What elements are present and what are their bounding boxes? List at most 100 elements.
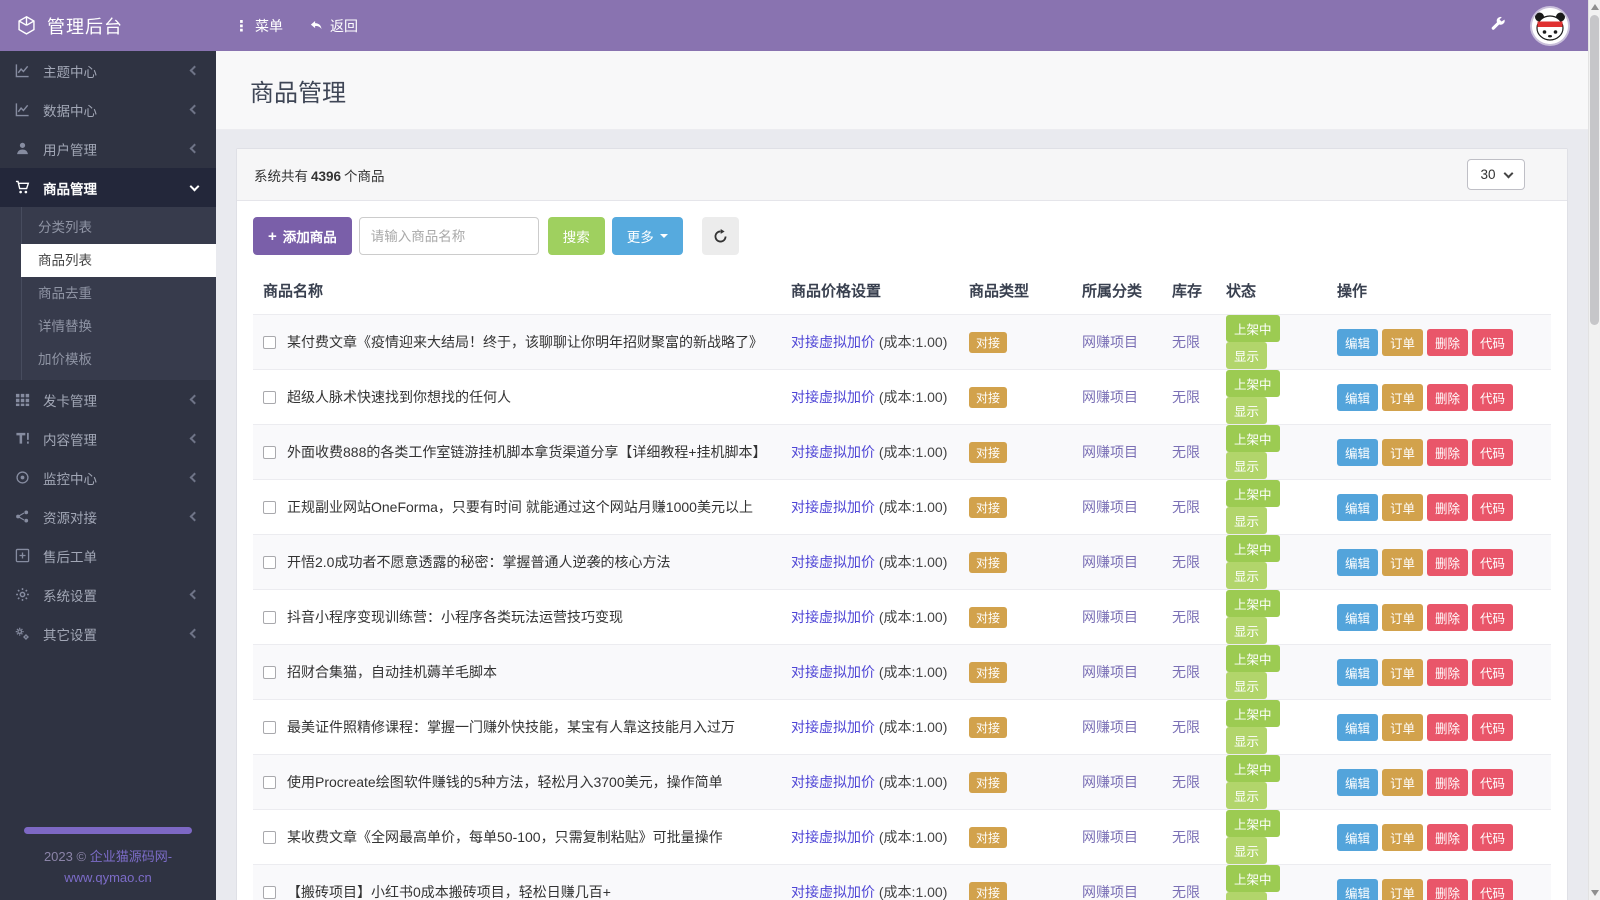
scrollbar-down-arrow[interactable]: [1589, 886, 1600, 900]
sidebar-item[interactable]: 其它设置: [0, 614, 216, 653]
sidebar-item[interactable]: 售后工单: [0, 536, 216, 575]
code-button[interactable]: 代码: [1472, 659, 1513, 686]
price-setting-link[interactable]: 对接虚拟加价: [791, 554, 875, 570]
edit-button[interactable]: 编辑: [1337, 549, 1378, 576]
sidebar-subitem[interactable]: 详情替换: [0, 310, 216, 343]
back-button[interactable]: 返回: [309, 16, 358, 36]
delete-button[interactable]: 删除: [1427, 439, 1468, 466]
code-button[interactable]: 代码: [1472, 329, 1513, 356]
code-button[interactable]: 代码: [1472, 604, 1513, 631]
sidebar-item[interactable]: 商品管理: [0, 168, 216, 207]
row-checkbox[interactable]: [263, 336, 276, 349]
category-link[interactable]: 网赚项目: [1082, 884, 1138, 900]
edit-button[interactable]: 编辑: [1337, 329, 1378, 356]
scrollbar-thumb[interactable]: [1590, 15, 1599, 325]
row-checkbox[interactable]: [263, 611, 276, 624]
price-setting-link[interactable]: 对接虚拟加价: [791, 664, 875, 680]
row-checkbox[interactable]: [263, 831, 276, 844]
status-on-sale-badge[interactable]: 上架中: [1226, 700, 1280, 727]
code-button[interactable]: 代码: [1472, 824, 1513, 851]
code-button[interactable]: 代码: [1472, 494, 1513, 521]
edit-button[interactable]: 编辑: [1337, 879, 1378, 900]
status-on-sale-badge[interactable]: 上架中: [1226, 810, 1280, 837]
sidebar-item[interactable]: 用户管理: [0, 129, 216, 168]
edit-button[interactable]: 编辑: [1337, 604, 1378, 631]
row-checkbox[interactable]: [263, 391, 276, 404]
delete-button[interactable]: 删除: [1427, 494, 1468, 521]
status-visible-badge[interactable]: 显示: [1226, 727, 1267, 754]
order-button[interactable]: 订单: [1382, 439, 1423, 466]
status-on-sale-badge[interactable]: 上架中: [1226, 590, 1280, 617]
order-button[interactable]: 订单: [1382, 384, 1423, 411]
menu-toggle[interactable]: ⋮ 菜单: [234, 16, 283, 36]
search-button[interactable]: 搜索: [548, 217, 605, 255]
edit-button[interactable]: 编辑: [1337, 494, 1378, 521]
sidebar-item[interactable]: 内容管理: [0, 419, 216, 458]
delete-button[interactable]: 删除: [1427, 604, 1468, 631]
status-on-sale-badge[interactable]: 上架中: [1226, 645, 1280, 672]
order-button[interactable]: 订单: [1382, 494, 1423, 521]
order-button[interactable]: 订单: [1382, 604, 1423, 631]
sidebar-subitem[interactable]: 分类列表: [0, 211, 216, 244]
user-avatar[interactable]: [1532, 8, 1568, 44]
sidebar-item[interactable]: 主题中心: [0, 51, 216, 90]
delete-button[interactable]: 删除: [1427, 384, 1468, 411]
settings-wrench-icon[interactable]: [1489, 15, 1506, 37]
delete-button[interactable]: 删除: [1427, 879, 1468, 900]
status-on-sale-badge[interactable]: 上架中: [1226, 370, 1280, 397]
delete-button[interactable]: 删除: [1427, 549, 1468, 576]
add-product-button[interactable]: + 添加商品: [253, 217, 352, 255]
row-checkbox[interactable]: [263, 721, 276, 734]
edit-button[interactable]: 编辑: [1337, 824, 1378, 851]
status-visible-badge[interactable]: 显示: [1226, 562, 1267, 589]
footer-url-link[interactable]: www.qymao.cn: [64, 870, 151, 885]
status-visible-badge[interactable]: 显示: [1226, 892, 1267, 900]
price-setting-link[interactable]: 对接虚拟加价: [791, 774, 875, 790]
price-setting-link[interactable]: 对接虚拟加价: [791, 829, 875, 845]
status-visible-badge[interactable]: 显示: [1226, 782, 1267, 809]
price-setting-link[interactable]: 对接虚拟加价: [791, 609, 875, 625]
order-button[interactable]: 订单: [1382, 769, 1423, 796]
more-button[interactable]: 更多: [612, 217, 683, 255]
price-setting-link[interactable]: 对接虚拟加价: [791, 719, 875, 735]
search-input[interactable]: [359, 217, 539, 255]
sidebar-item[interactable]: 资源对接: [0, 497, 216, 536]
category-link[interactable]: 网赚项目: [1082, 609, 1138, 625]
category-link[interactable]: 网赚项目: [1082, 554, 1138, 570]
category-link[interactable]: 网赚项目: [1082, 499, 1138, 515]
status-visible-badge[interactable]: 显示: [1226, 617, 1267, 644]
order-button[interactable]: 订单: [1382, 659, 1423, 686]
order-button[interactable]: 订单: [1382, 549, 1423, 576]
footer-site-link[interactable]: 企业猫源码网-: [90, 849, 172, 864]
category-link[interactable]: 网赚项目: [1082, 389, 1138, 405]
row-checkbox[interactable]: [263, 776, 276, 789]
order-button[interactable]: 订单: [1382, 879, 1423, 900]
page-size-select[interactable]: 30: [1467, 159, 1525, 190]
row-checkbox[interactable]: [263, 666, 276, 679]
sidebar-item[interactable]: 监控中心: [0, 458, 216, 497]
edit-button[interactable]: 编辑: [1337, 659, 1378, 686]
status-on-sale-badge[interactable]: 上架中: [1226, 535, 1280, 562]
row-checkbox[interactable]: [263, 501, 276, 514]
status-visible-badge[interactable]: 显示: [1226, 672, 1267, 699]
price-setting-link[interactable]: 对接虚拟加价: [791, 444, 875, 460]
row-checkbox[interactable]: [263, 446, 276, 459]
status-visible-badge[interactable]: 显示: [1226, 452, 1267, 479]
edit-button[interactable]: 编辑: [1337, 714, 1378, 741]
sidebar-item[interactable]: 数据中心: [0, 90, 216, 129]
sidebar-subitem[interactable]: 商品列表: [21, 244, 216, 277]
status-visible-badge[interactable]: 显示: [1226, 342, 1267, 369]
status-visible-badge[interactable]: 显示: [1226, 397, 1267, 424]
price-setting-link[interactable]: 对接虚拟加价: [791, 499, 875, 515]
edit-button[interactable]: 编辑: [1337, 439, 1378, 466]
category-link[interactable]: 网赚项目: [1082, 774, 1138, 790]
status-on-sale-badge[interactable]: 上架中: [1226, 315, 1280, 342]
code-button[interactable]: 代码: [1472, 769, 1513, 796]
category-link[interactable]: 网赚项目: [1082, 334, 1138, 350]
status-visible-badge[interactable]: 显示: [1226, 507, 1267, 534]
status-on-sale-badge[interactable]: 上架中: [1226, 865, 1280, 892]
category-link[interactable]: 网赚项目: [1082, 444, 1138, 460]
price-setting-link[interactable]: 对接虚拟加价: [791, 389, 875, 405]
status-visible-badge[interactable]: 显示: [1226, 837, 1267, 864]
delete-button[interactable]: 删除: [1427, 329, 1468, 356]
